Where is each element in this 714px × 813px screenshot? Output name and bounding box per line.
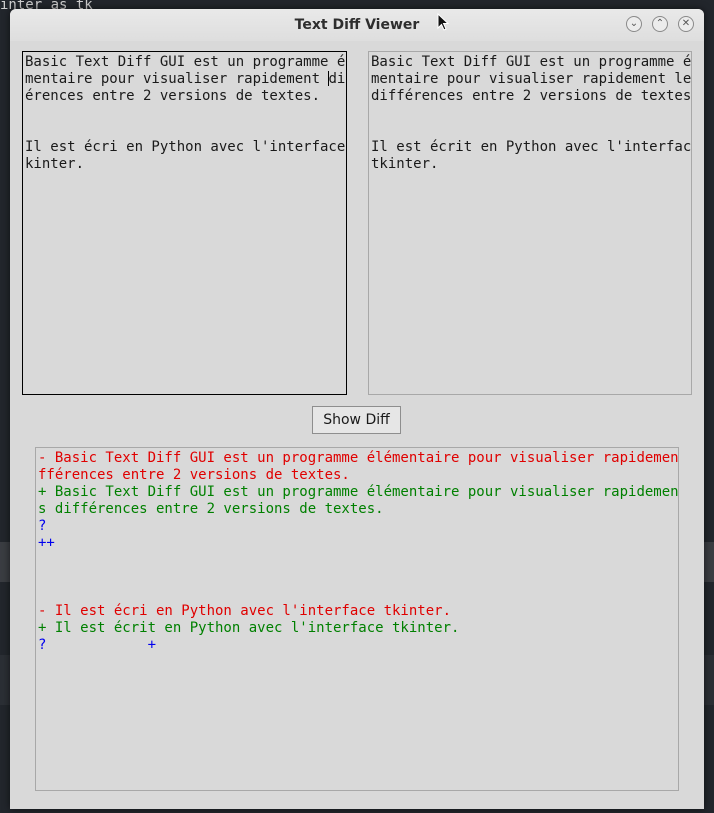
- modified-text-line: Basic Text Diff GUI est un programme élé: [371, 54, 692, 70]
- modified-text-input[interactable]: Basic Text Diff GUI est un programme élé…: [368, 51, 692, 395]
- modified-text-line: mentaire pour visualiser rapidement les: [371, 71, 692, 87]
- original-text-line: Il est écri en Python avec l'interface t: [25, 139, 347, 155]
- diff-line: [38, 552, 678, 569]
- chevron-up-icon: ⌃: [655, 18, 665, 29]
- modified-text-line: tkinter.: [371, 156, 439, 172]
- original-text-line: [25, 105, 346, 122]
- diff-line: [38, 586, 678, 603]
- original-text-line: Basic Text Diff GUI est un programme élé: [25, 54, 347, 70]
- diff-line: - Basic Text Diff GUI est un programme é…: [38, 450, 679, 466]
- chevron-down-icon: ⌄: [629, 18, 639, 29]
- titlebar[interactable]: Text Diff Viewer ⌄ ⌃ ✕: [10, 9, 704, 41]
- original-text-input[interactable]: Basic Text Diff GUI est un programme élé…: [22, 51, 347, 395]
- diff-line: fférences entre 2 versions de textes.: [38, 467, 350, 483]
- diff-line: s différences entre 2 versions de textes…: [38, 501, 384, 517]
- diff-line: - Il est écri en Python avec l'interface…: [38, 603, 452, 619]
- mouse-pointer-icon: [437, 13, 449, 31]
- maximize-button[interactable]: ⌃: [652, 16, 668, 32]
- diff-line: [38, 569, 678, 586]
- minimize-button[interactable]: ⌄: [626, 16, 642, 32]
- diff-line: + Basic Text Diff GUI est un programme é…: [38, 484, 679, 500]
- modified-text-line: Il est écrit en Python avec l'interface: [371, 139, 692, 155]
- close-button[interactable]: ✕: [678, 16, 694, 32]
- original-text-line: kinter.: [25, 156, 85, 172]
- diff-line: ++: [38, 535, 55, 551]
- text-diff-viewer-window: Text Diff Viewer ⌄ ⌃ ✕ Basic Text Diff G…: [10, 9, 704, 809]
- diff-line: ? ++: [38, 518, 679, 534]
- modified-text-line: [371, 105, 691, 122]
- window-title: Text Diff Viewer: [294, 17, 420, 33]
- show-diff-button[interactable]: Show Diff: [312, 406, 401, 434]
- diff-output[interactable]: - Basic Text Diff GUI est un programme é…: [35, 447, 679, 791]
- modified-text-line: [371, 122, 691, 139]
- modified-text-line: différences entre 2 versions de textes.: [371, 88, 692, 104]
- original-text-line: érences entre 2 versions de textes.: [25, 88, 321, 104]
- diff-line: ? +: [38, 637, 157, 653]
- diff-line: + Il est écrit en Python avec l'interfac…: [38, 620, 460, 636]
- original-text-line: mentaire pour visualiser rapidement diff: [25, 71, 346, 87]
- original-text-line: [25, 122, 346, 139]
- close-icon: ✕: [681, 18, 691, 29]
